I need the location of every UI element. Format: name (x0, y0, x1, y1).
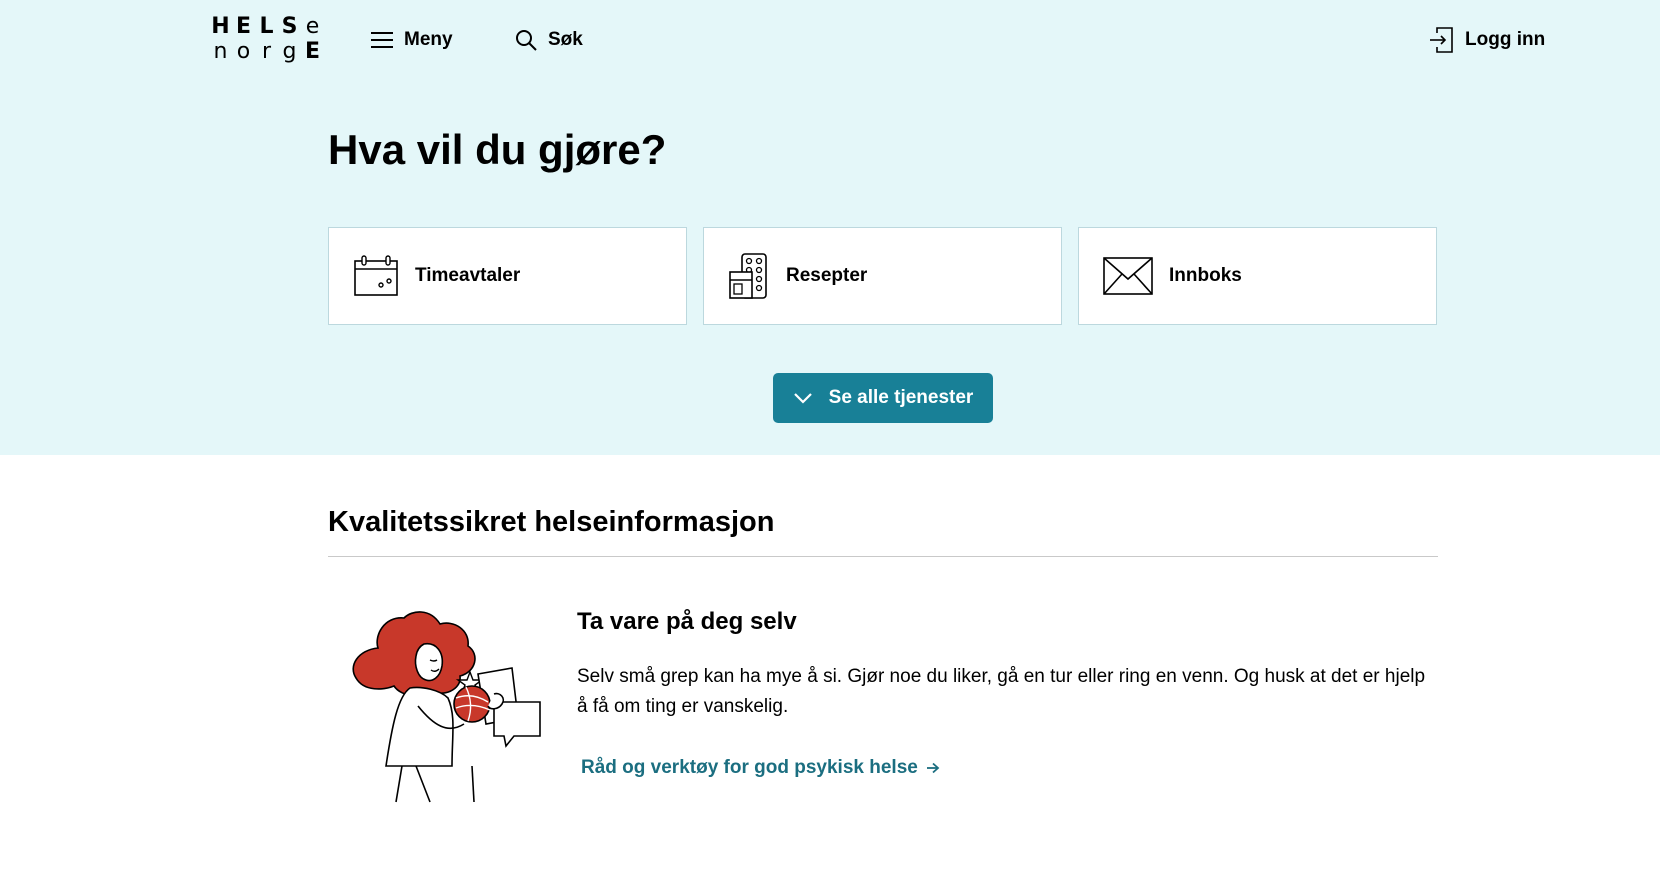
article-text: Selv små grep kan ha mye å si. Gjør noe … (577, 666, 1426, 717)
service-cards: Timeavtaler Resepter Innboks (328, 227, 1437, 325)
section-title: Kvalitetssikret helseinformasjon (328, 506, 775, 538)
card-label: Resepter (786, 265, 868, 286)
woman-with-yarn-illustration (352, 611, 541, 803)
chevron-down-icon (793, 393, 812, 404)
search-icon (516, 30, 537, 51)
menu-label: Meny (404, 29, 453, 50)
login-label: Logg inn (1465, 29, 1546, 50)
card-label: Innboks (1169, 265, 1242, 286)
login-button[interactable]: Logg inn (1429, 24, 1545, 56)
envelope-icon (1103, 257, 1153, 295)
card-resepter[interactable]: Resepter (703, 227, 1062, 325)
card-label: Timeavtaler (415, 265, 521, 286)
section-divider (328, 556, 1438, 557)
hero-title: Hva vil du gjøre? (328, 126, 667, 173)
card-timeavtaler[interactable]: Timeavtaler (328, 227, 687, 325)
login-icon (1430, 27, 1453, 53)
calendar-icon (354, 255, 398, 296)
mental-health-link[interactable]: Råd og verktøy for god psykisk helse (581, 757, 940, 779)
logo-row-top: H E L S e (211, 14, 320, 39)
link-label: Råd og verktøy for god psykisk helse (581, 757, 918, 778)
menu-button[interactable]: Meny (370, 24, 453, 56)
logo-row-bottom: n o r g E (213, 39, 321, 64)
search-label: Søk (548, 29, 583, 50)
arrow-right-icon (926, 762, 940, 774)
see-all-label: Se alle tjenester (828, 387, 974, 408)
article-title: Ta vare på deg selv (577, 608, 797, 635)
prescription-icon (729, 253, 767, 299)
hamburger-icon (371, 32, 393, 48)
card-innboks[interactable]: Innboks (1078, 227, 1437, 325)
search-button[interactable]: Søk (514, 24, 583, 56)
see-all-services-button[interactable]: Se alle tjenester (773, 373, 993, 423)
helsenorge-logo[interactable]: H E L S e n o r g E (209, 14, 325, 66)
